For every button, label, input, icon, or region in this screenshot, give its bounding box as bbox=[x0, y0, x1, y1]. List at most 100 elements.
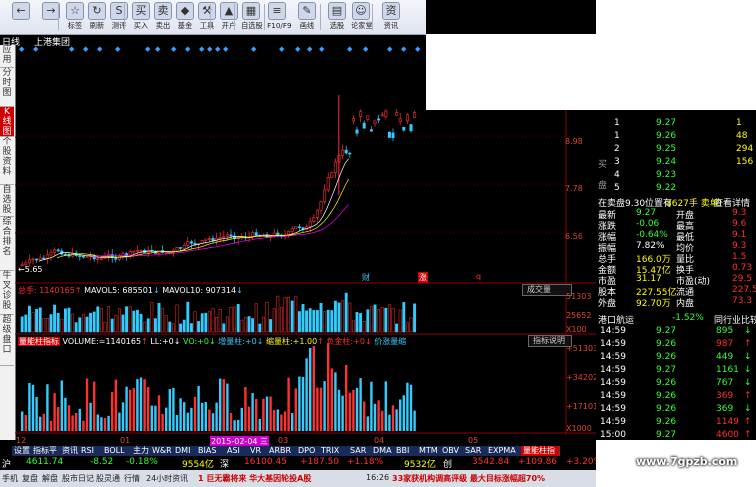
stat-row[interactable]: 涨跌 -0.06 最高 9.6 bbox=[596, 219, 756, 232]
indicator-bar bbox=[35, 396, 38, 431]
status-menu-item[interactable]: 解盘 bbox=[42, 473, 58, 484]
left-tab[interactable]: K线图 bbox=[0, 107, 14, 137]
toolbar-separator bbox=[234, 4, 235, 30]
volume-bar bbox=[330, 310, 334, 333]
news-ticker-2[interactable]: 33家获机构调高评级 最大目标涨幅超70% bbox=[392, 473, 545, 484]
event-mark-finance[interactable]: 财 bbox=[362, 272, 370, 283]
stat-row[interactable]: 涨幅 -0.64% 最低 9.1 bbox=[596, 230, 756, 243]
bid-row[interactable]: 4 9.23 bbox=[596, 170, 756, 181]
volume-type-button[interactable]: 成交量 bbox=[522, 284, 572, 296]
toolbar-button-10[interactable]: ▦ 自选股 bbox=[240, 2, 263, 32]
toolbar-button-14[interactable]: ☺ 论家堂 bbox=[350, 2, 373, 32]
kline-chart[interactable] bbox=[15, 55, 596, 435]
toolbar-button-5[interactable]: 买买入 bbox=[130, 2, 152, 32]
bid-row[interactable]: 2 9.25 294 bbox=[596, 144, 756, 155]
stat-row[interactable]: 外盘 92.70万 内盘 73.3 bbox=[596, 296, 756, 309]
sh-index[interactable]: 4611.74 bbox=[26, 457, 63, 467]
tick-row[interactable]: 14:59 9.26 369 ↓ bbox=[596, 404, 756, 415]
toolbar-button-4[interactable]: S 测评 bbox=[108, 2, 130, 32]
indicator-tab[interactable]: EXPMA bbox=[486, 446, 525, 456]
info-row[interactable]: 在卖盘9.30位置有 3627手 卖单! 查看详情 bbox=[596, 196, 756, 209]
sh-amount: 9554亿 bbox=[182, 460, 214, 470]
stat-row[interactable]: 振幅 7.82% 均价 9.3 bbox=[596, 241, 756, 254]
bid-row[interactable]: 1 9.26 48 bbox=[596, 131, 756, 142]
candle-body bbox=[405, 114, 409, 122]
status-menu-item[interactable]: 手机 bbox=[2, 473, 18, 484]
stat-row[interactable]: 市盈 31.17 市盈(动) 29.5 bbox=[596, 274, 756, 287]
bid-row[interactable]: 3 9.24 156 bbox=[596, 157, 756, 168]
toolbar-separator bbox=[372, 4, 373, 30]
toolbar-button-3[interactable]: ↻ 刷新 bbox=[86, 2, 108, 32]
indicator-bar bbox=[215, 402, 218, 431]
toolbar-button-13[interactable]: ▤ 选股 bbox=[326, 2, 348, 32]
signal-diamond-icon: ◆ bbox=[295, 45, 301, 53]
stat-row[interactable]: 最新 9.27 开盘 9.3 bbox=[596, 208, 756, 221]
left-tab[interactable]: 分时图 bbox=[0, 68, 14, 107]
indicator-bar bbox=[265, 396, 269, 431]
indicator-bar bbox=[31, 384, 35, 431]
volume-bar bbox=[380, 307, 384, 333]
left-tab[interactable]: 应用 bbox=[0, 45, 14, 68]
toolbar-button-2[interactable]: ☆ 标签 bbox=[64, 2, 86, 32]
toolbar-button-8[interactable]: ⚒ 工具 bbox=[196, 2, 218, 32]
toolbar-button-15[interactable]: 资资讯 bbox=[380, 2, 402, 32]
stat-row[interactable]: 股本227.55亿流通227.55 bbox=[596, 285, 756, 298]
tick-row[interactable]: 14:59 9.27 895 ↓ bbox=[596, 326, 756, 337]
bid-row[interactable]: 1 9.27 1 bbox=[596, 118, 756, 129]
volume-bar bbox=[157, 302, 161, 333]
left-tab[interactable]: 综合排名 bbox=[0, 217, 14, 271]
stat-value: 7.82% bbox=[636, 241, 665, 251]
stat-value: 31.17 bbox=[636, 274, 662, 284]
sector-row[interactable]: 港口航运 -1.52% 同行业比较 bbox=[596, 313, 756, 326]
event-mark-q[interactable]: q bbox=[476, 272, 481, 281]
tick-row[interactable]: 14:59 9.27 1161 ↓ bbox=[596, 365, 756, 376]
volume-bar bbox=[409, 317, 413, 333]
toolbar-button-11[interactable]: ≡ F10/F9 bbox=[266, 2, 292, 32]
toolbar-separator bbox=[264, 4, 265, 30]
status-menu-item[interactable]: 复盘 bbox=[22, 473, 38, 484]
indicator-bar bbox=[255, 399, 258, 431]
event-mark-rise[interactable]: 涨 bbox=[418, 272, 428, 283]
tick-direction-icon: ↓ bbox=[744, 404, 752, 414]
indicator-bar bbox=[348, 392, 351, 431]
indicator-bar bbox=[75, 412, 78, 431]
toolbar-button-label: 刷新 bbox=[89, 21, 105, 30]
volume-bar bbox=[171, 323, 175, 333]
status-menu-item[interactable]: 24小时资讯 bbox=[146, 473, 188, 484]
tick-row[interactable]: 14:59 9.26 449 ↓ bbox=[596, 352, 756, 363]
status-menu-item[interactable]: 股市日记 bbox=[62, 473, 94, 484]
toolbar-button-6[interactable]: 卖卖出 bbox=[152, 2, 174, 32]
status-menu-item[interactable]: 行情 bbox=[124, 473, 140, 484]
sz-index[interactable]: 16100.45 bbox=[244, 457, 287, 467]
indicator-title[interactable]: 量能柱指标 bbox=[18, 337, 60, 346]
status-menu-item[interactable]: 股灵通 bbox=[96, 473, 120, 484]
indicator-bar bbox=[388, 414, 391, 431]
toolbar-button-7[interactable]: ◆ 基金 bbox=[174, 2, 196, 32]
indicator-bar bbox=[219, 378, 222, 431]
left-tab[interactable]: 个股资料 bbox=[0, 137, 14, 185]
candle-body bbox=[218, 237, 222, 239]
volume-bar bbox=[279, 307, 283, 333]
tick-row[interactable]: 14:59 9.26 767 ↓ bbox=[596, 378, 756, 389]
stat-row[interactable]: 金额 15.47亿 换手 0.73 bbox=[596, 263, 756, 276]
stat-row[interactable]: 总手 166.0万 量比 1.5 bbox=[596, 252, 756, 265]
left-tab[interactable]: 自选股 bbox=[0, 185, 14, 217]
tick-row[interactable]: 14:59 9.26 1149 ↑ bbox=[596, 417, 756, 428]
bid-row[interactable]: 5 9.22 bbox=[596, 183, 756, 194]
tick-price: 9.26 bbox=[656, 378, 677, 388]
tick-row[interactable]: 14:59 9.26 369 ↑ bbox=[596, 391, 756, 402]
volume-bar bbox=[89, 312, 93, 333]
bid-level: 4 bbox=[614, 170, 620, 180]
news-ticker[interactable]: 1 巨无霸将来 华大基因轮投A股 bbox=[198, 473, 311, 484]
cy-index[interactable]: 3542.84 bbox=[472, 457, 509, 467]
left-tab[interactable]: 牛叉诊股 bbox=[0, 271, 14, 315]
toolbar-button-9[interactable]: ▲ 开户 bbox=[218, 2, 240, 32]
volume-bar bbox=[20, 316, 24, 333]
candle-body bbox=[290, 228, 294, 232]
toolbar-button-0[interactable]: ← bbox=[10, 2, 32, 32]
tick-row[interactable]: 14:59 9.26 987 ↑ bbox=[596, 339, 756, 350]
volume-bar bbox=[24, 314, 28, 333]
toolbar-button-12[interactable]: ✎ 画线 bbox=[296, 2, 318, 32]
left-tab[interactable]: 超级盘口 bbox=[0, 315, 14, 366]
indicator-tab[interactable]: 量能柱指标 bbox=[521, 446, 560, 465]
